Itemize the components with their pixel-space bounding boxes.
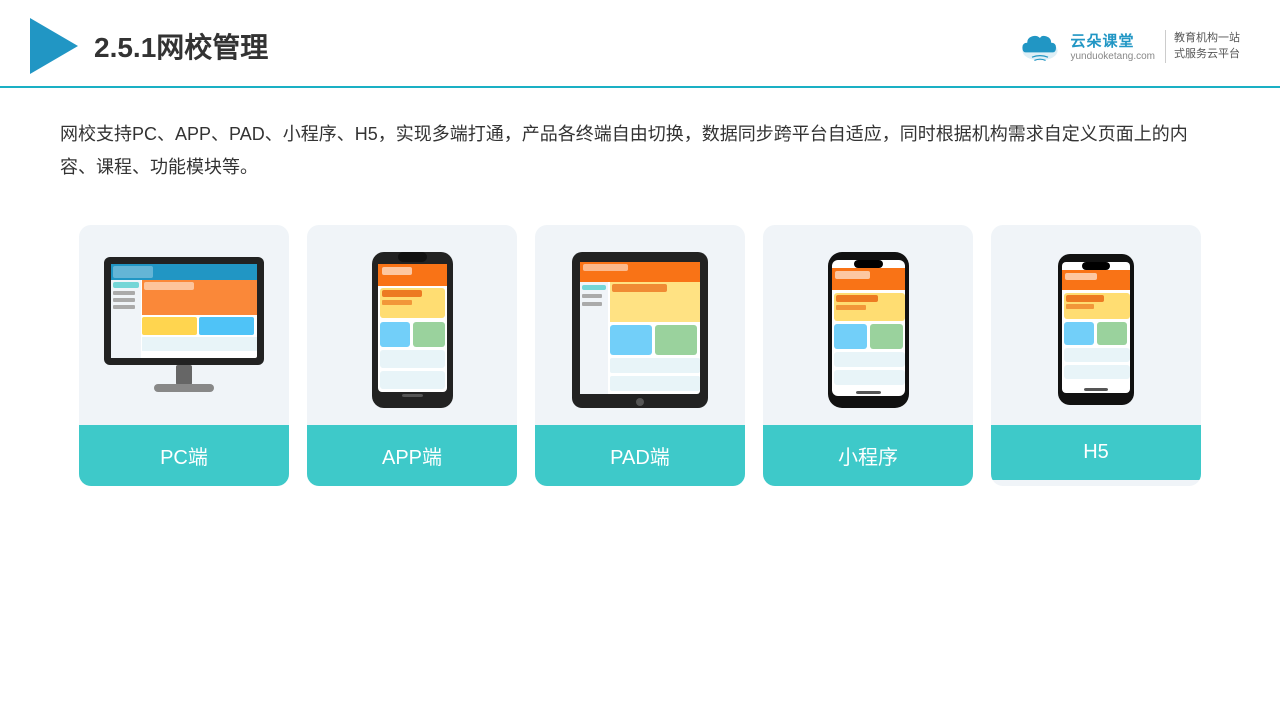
page-title: 2.5.1网校管理 [94, 26, 268, 66]
phone-mockup-app [370, 250, 455, 410]
card-image-pc [79, 225, 289, 425]
tablet-mockup-svg [570, 250, 710, 410]
card-label-miniprogram: 小程序 [763, 425, 973, 486]
card-label-app: APP端 [307, 425, 517, 486]
description: 网校支持PC、APP、PAD、小程序、H5，实现多端打通，产品各终端自由切换，数… [0, 88, 1280, 205]
phone-mockup-miniprogram [826, 250, 911, 410]
description-text: 网校支持PC、APP、PAD、小程序、H5，实现多端打通，产品各终端自由切换，数… [60, 118, 1220, 185]
card-pc: PC端 [79, 225, 289, 486]
card-image-app [307, 225, 517, 425]
cards-container: PC端 [0, 205, 1280, 506]
brand-text: 云朵课堂 yunduoketang.com [1070, 30, 1155, 62]
card-app: APP端 [307, 225, 517, 486]
header: 2.5.1网校管理 云朵课堂 yunduoketang.com 教育机构一站式服… [0, 0, 1280, 88]
phone-mockup-h5 [1056, 252, 1136, 407]
card-label-pc: PC端 [79, 425, 289, 486]
card-pad: PAD端 [535, 225, 745, 486]
header-left: 2.5.1网校管理 [30, 18, 268, 74]
page-wrapper: 2.5.1网校管理 云朵课堂 yunduoketang.com 教育机构一站式服… [0, 0, 1280, 720]
logo-icon [30, 18, 78, 74]
card-image-h5 [991, 225, 1201, 425]
card-miniprogram: 小程序 [763, 225, 973, 486]
card-label-pad: PAD端 [535, 425, 745, 486]
card-label-h5: H5 [991, 425, 1201, 480]
card-image-miniprogram [763, 225, 973, 425]
cloud-icon [1016, 28, 1064, 64]
brand-logo: 云朵课堂 yunduoketang.com [1016, 28, 1155, 64]
brand-url: yunduoketang.com [1070, 51, 1155, 62]
card-h5: H5 [991, 225, 1201, 486]
pc-mockup-svg [99, 252, 269, 407]
card-image-pad [535, 225, 745, 425]
brand-name: 云朵课堂 [1070, 30, 1134, 51]
brand-slogan: 教育机构一站式服务云平台 [1165, 30, 1240, 63]
header-right: 云朵课堂 yunduoketang.com 教育机构一站式服务云平台 [1016, 28, 1240, 64]
